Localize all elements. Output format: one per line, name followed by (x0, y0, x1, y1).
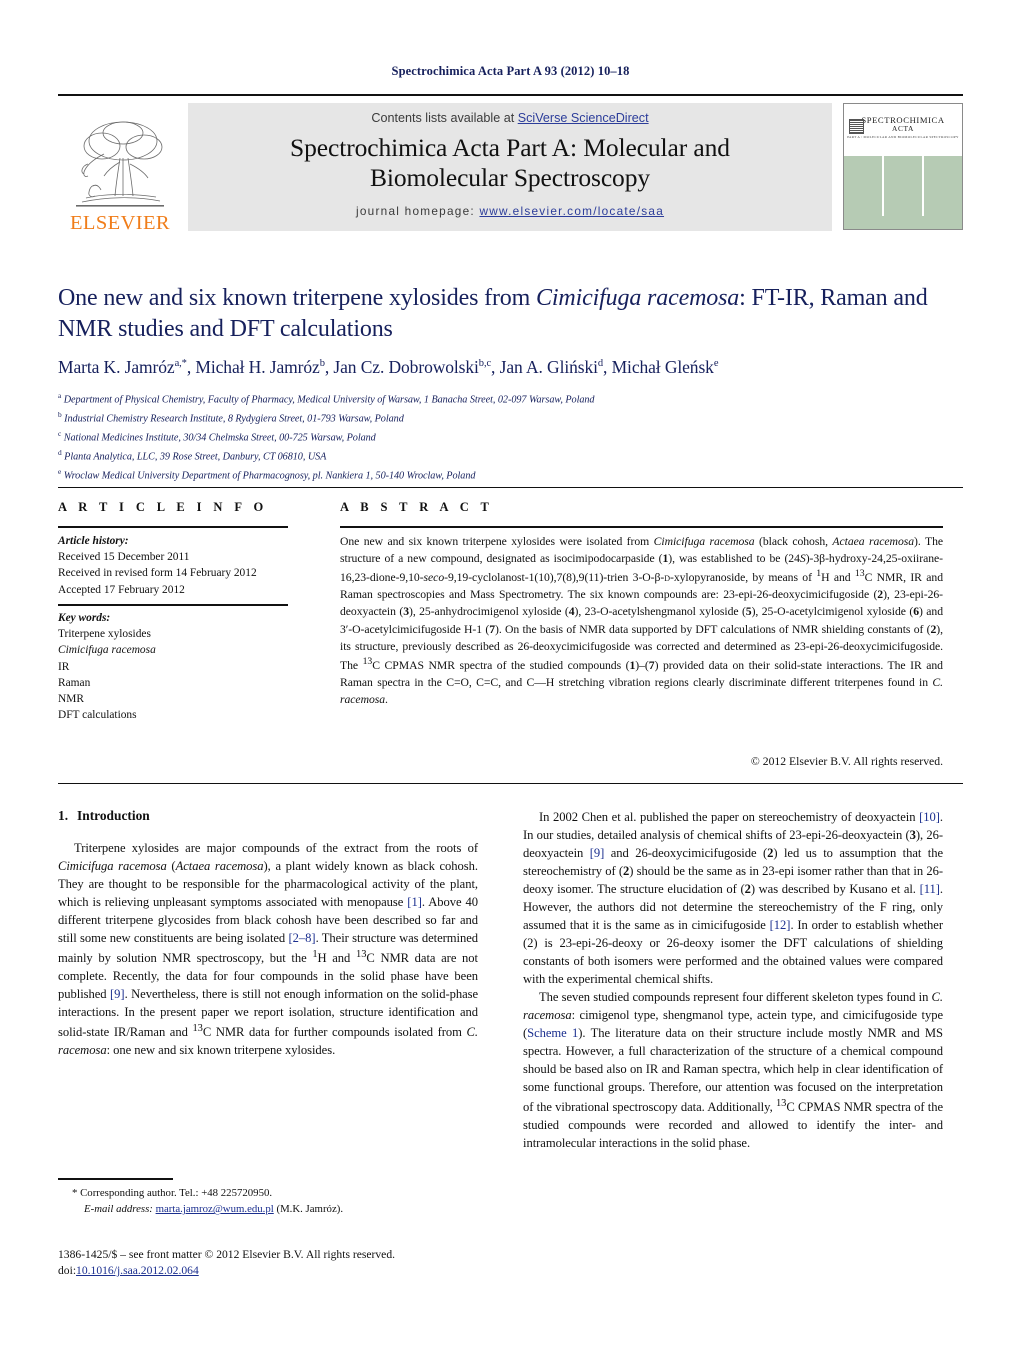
article-history-label: Article history: (58, 535, 129, 547)
keywords-rule (58, 604, 288, 606)
doi-line: doi:10.1016/j.saa.2012.02.064 (58, 1263, 528, 1279)
journal-title-line1: Spectrochimica Acta Part A: Molecular an… (290, 133, 730, 162)
doi-label: doi: (58, 1264, 77, 1278)
affiliation-text: National Medicines Institute, 30/34 Chel… (63, 432, 376, 444)
keyword-item: Triterpene xylosides (58, 628, 151, 641)
affiliation-item: b Industrial Chemistry Research Institut… (58, 409, 958, 428)
affiliation-item: d Planta Analytica, LLC, 39 Rose Street,… (58, 447, 958, 466)
affiliation-marker: d (58, 447, 62, 457)
cover-body: Available online at www.sciencedirect.co… (844, 156, 962, 229)
running-head: Spectrochimica Acta Part A 93 (2012) 10–… (391, 64, 630, 78)
affiliation-item: c National Medicines Institute, 30/34 Ch… (58, 428, 958, 447)
section-number: 1. (58, 808, 69, 823)
keyword-item: DFT calculations (58, 709, 137, 722)
contents-available-line: Contents lists available at SciVerse Sci… (371, 111, 648, 125)
author-sup: e (713, 358, 719, 370)
affiliation-text: Industrial Chemistry Research Institute,… (64, 413, 404, 425)
author-sup: a,* (174, 358, 187, 370)
keyword-item: Raman (58, 676, 91, 689)
doi-link[interactable]: 10.1016/j.saa.2012.02.064 (76, 1264, 199, 1277)
footnote-rule (58, 1178, 173, 1180)
affiliation-marker: b (58, 409, 62, 419)
article-info-heading: A R T I C L E I N F O (58, 500, 268, 514)
author-name: Michał Gleńsk (611, 357, 714, 377)
affiliation-marker: c (58, 428, 62, 438)
affiliation-item: a Department of Physical Chemistry, Facu… (58, 390, 958, 409)
info-rule-right (340, 526, 943, 528)
paragraph: In 2002 Chen et al. published the paper … (523, 810, 944, 986)
elsevier-tree-icon (76, 121, 164, 207)
info-rule-left (58, 526, 288, 528)
cover-stamp-icon (849, 119, 864, 134)
journal-homepage-line: journal homepage: www.elsevier.com/locat… (356, 204, 664, 218)
journal-cover-thumbnail: SPECTROCHIMICA ACTA PART A : MOLECULAR A… (843, 103, 963, 230)
author-sup: b (319, 358, 325, 370)
author-name: Marta K. Jamróz (58, 357, 175, 377)
email-note: E-mail address: marta.jamroz@wum.edu.pl … (58, 1201, 488, 1217)
copyright-line: © 2012 Elsevier B.V. All rights reserved… (750, 755, 943, 768)
corresponding-author-note: * Corresponding author. Tel.: +48 225720… (72, 1187, 273, 1199)
section-heading-introduction: 1. Introduction (58, 808, 478, 824)
affiliation-list: a Department of Physical Chemistry, Facu… (58, 390, 958, 485)
author-sup: b,c (478, 358, 492, 370)
title-species: Cimicifuga racemosa (536, 285, 740, 311)
author-list: Marta K. Jamróza,*, Michał H. Jamrózb, J… (58, 357, 719, 377)
article-history-item: Received in revised form 14 February 201… (58, 567, 257, 580)
author-name: Michał H. Jamróz (195, 357, 320, 377)
imprint-block: 1386-1425/$ – see front matter © 2012 El… (58, 1247, 528, 1280)
affiliation-text: Planta Analytica, LLC, 39 Rose Street, D… (64, 451, 327, 463)
keyword-item: IR (58, 660, 70, 673)
issn-copyright-line: 1386-1425/$ – see front matter © 2012 El… (58, 1248, 396, 1261)
affiliation-marker: e (58, 466, 62, 476)
abstract-heading: A B S T R A C T (340, 500, 494, 514)
page-title: One new and six known triterpene xylosid… (58, 283, 958, 345)
cover-subtitle: PART A : MOLECULAR AND BIOMOLECULAR SPEC… (847, 134, 959, 139)
paper-page: Spectrochimica Acta Part A 93 (2012) 10–… (0, 0, 1021, 1351)
cover-head: SPECTROCHIMICA ACTA PART A : MOLECULAR A… (844, 115, 962, 156)
email-link[interactable]: marta.jamroz@wum.edu.pl (156, 1203, 274, 1215)
journal-title: Spectrochimica Acta Part A: Molecular an… (290, 133, 730, 192)
abstract-bottom-rule (58, 783, 963, 784)
elsevier-wordmark: ELSEVIER (70, 211, 170, 234)
affiliation-text: Department of Physical Chemistry, Facult… (63, 394, 595, 406)
affiliation-marker: a (58, 391, 62, 400)
footnote-block: * Corresponding author. Tel.: +48 225720… (58, 1185, 488, 1217)
journal-banner: ELSEVIER Contents lists available at Sci… (58, 101, 963, 233)
header-rule (58, 94, 963, 96)
article-history-item: Accepted 17 February 2012 (58, 583, 185, 596)
article-history: Article history: Received 15 December 20… (58, 533, 308, 598)
info-top-rule (58, 487, 963, 488)
body-column-right: In 2002 Chen et al. published the paper … (523, 808, 943, 1152)
sciencedirect-link[interactable]: SciVerse ScienceDirect (518, 111, 649, 125)
paragraph: The seven studied compounds represent fo… (523, 990, 943, 1151)
paragraph: Triterpene xylosides are major compounds… (58, 841, 479, 1058)
journal-title-line2: Biomolecular Spectroscopy (369, 162, 651, 192)
contents-prefix: Contents lists available at (371, 111, 518, 125)
author-name: Jan Cz. Dobrowolski (333, 357, 479, 377)
keywords-block: Key words: Triterpene xylosides Cimicifu… (58, 610, 308, 723)
keyword-item: NMR (58, 692, 84, 705)
abstract-text: One new and six known triterpene xylosid… (340, 535, 943, 707)
keyword-item: Cimicifuga racemosa (58, 644, 156, 657)
keywords-label: Key words: (58, 612, 111, 624)
homepage-prefix: journal homepage: (355, 204, 480, 219)
body-column-left: 1. Introduction Triterpene xylosides are … (58, 808, 478, 1059)
section-title: Introduction (77, 808, 150, 823)
author-name: Jan A. Gliński (499, 357, 598, 377)
journal-homepage-link[interactable]: www.elsevier.com/locate/saa (479, 204, 664, 218)
title-part1: One new and six known triterpene xylosid… (58, 285, 537, 311)
email-owner: (M.K. Jamróz). (276, 1203, 344, 1216)
article-history-item: Received 15 December 2011 (58, 551, 190, 564)
email-label: E-mail address: (84, 1203, 153, 1216)
banner-center: Contents lists available at SciVerse Sci… (188, 103, 832, 231)
affiliation-item: e Wroclaw Medical University Department … (58, 466, 958, 485)
author-sup: d (597, 358, 604, 370)
affiliation-text: Wroclaw Medical University Department of… (63, 470, 476, 482)
elsevier-logo: ELSEVIER (58, 101, 182, 233)
